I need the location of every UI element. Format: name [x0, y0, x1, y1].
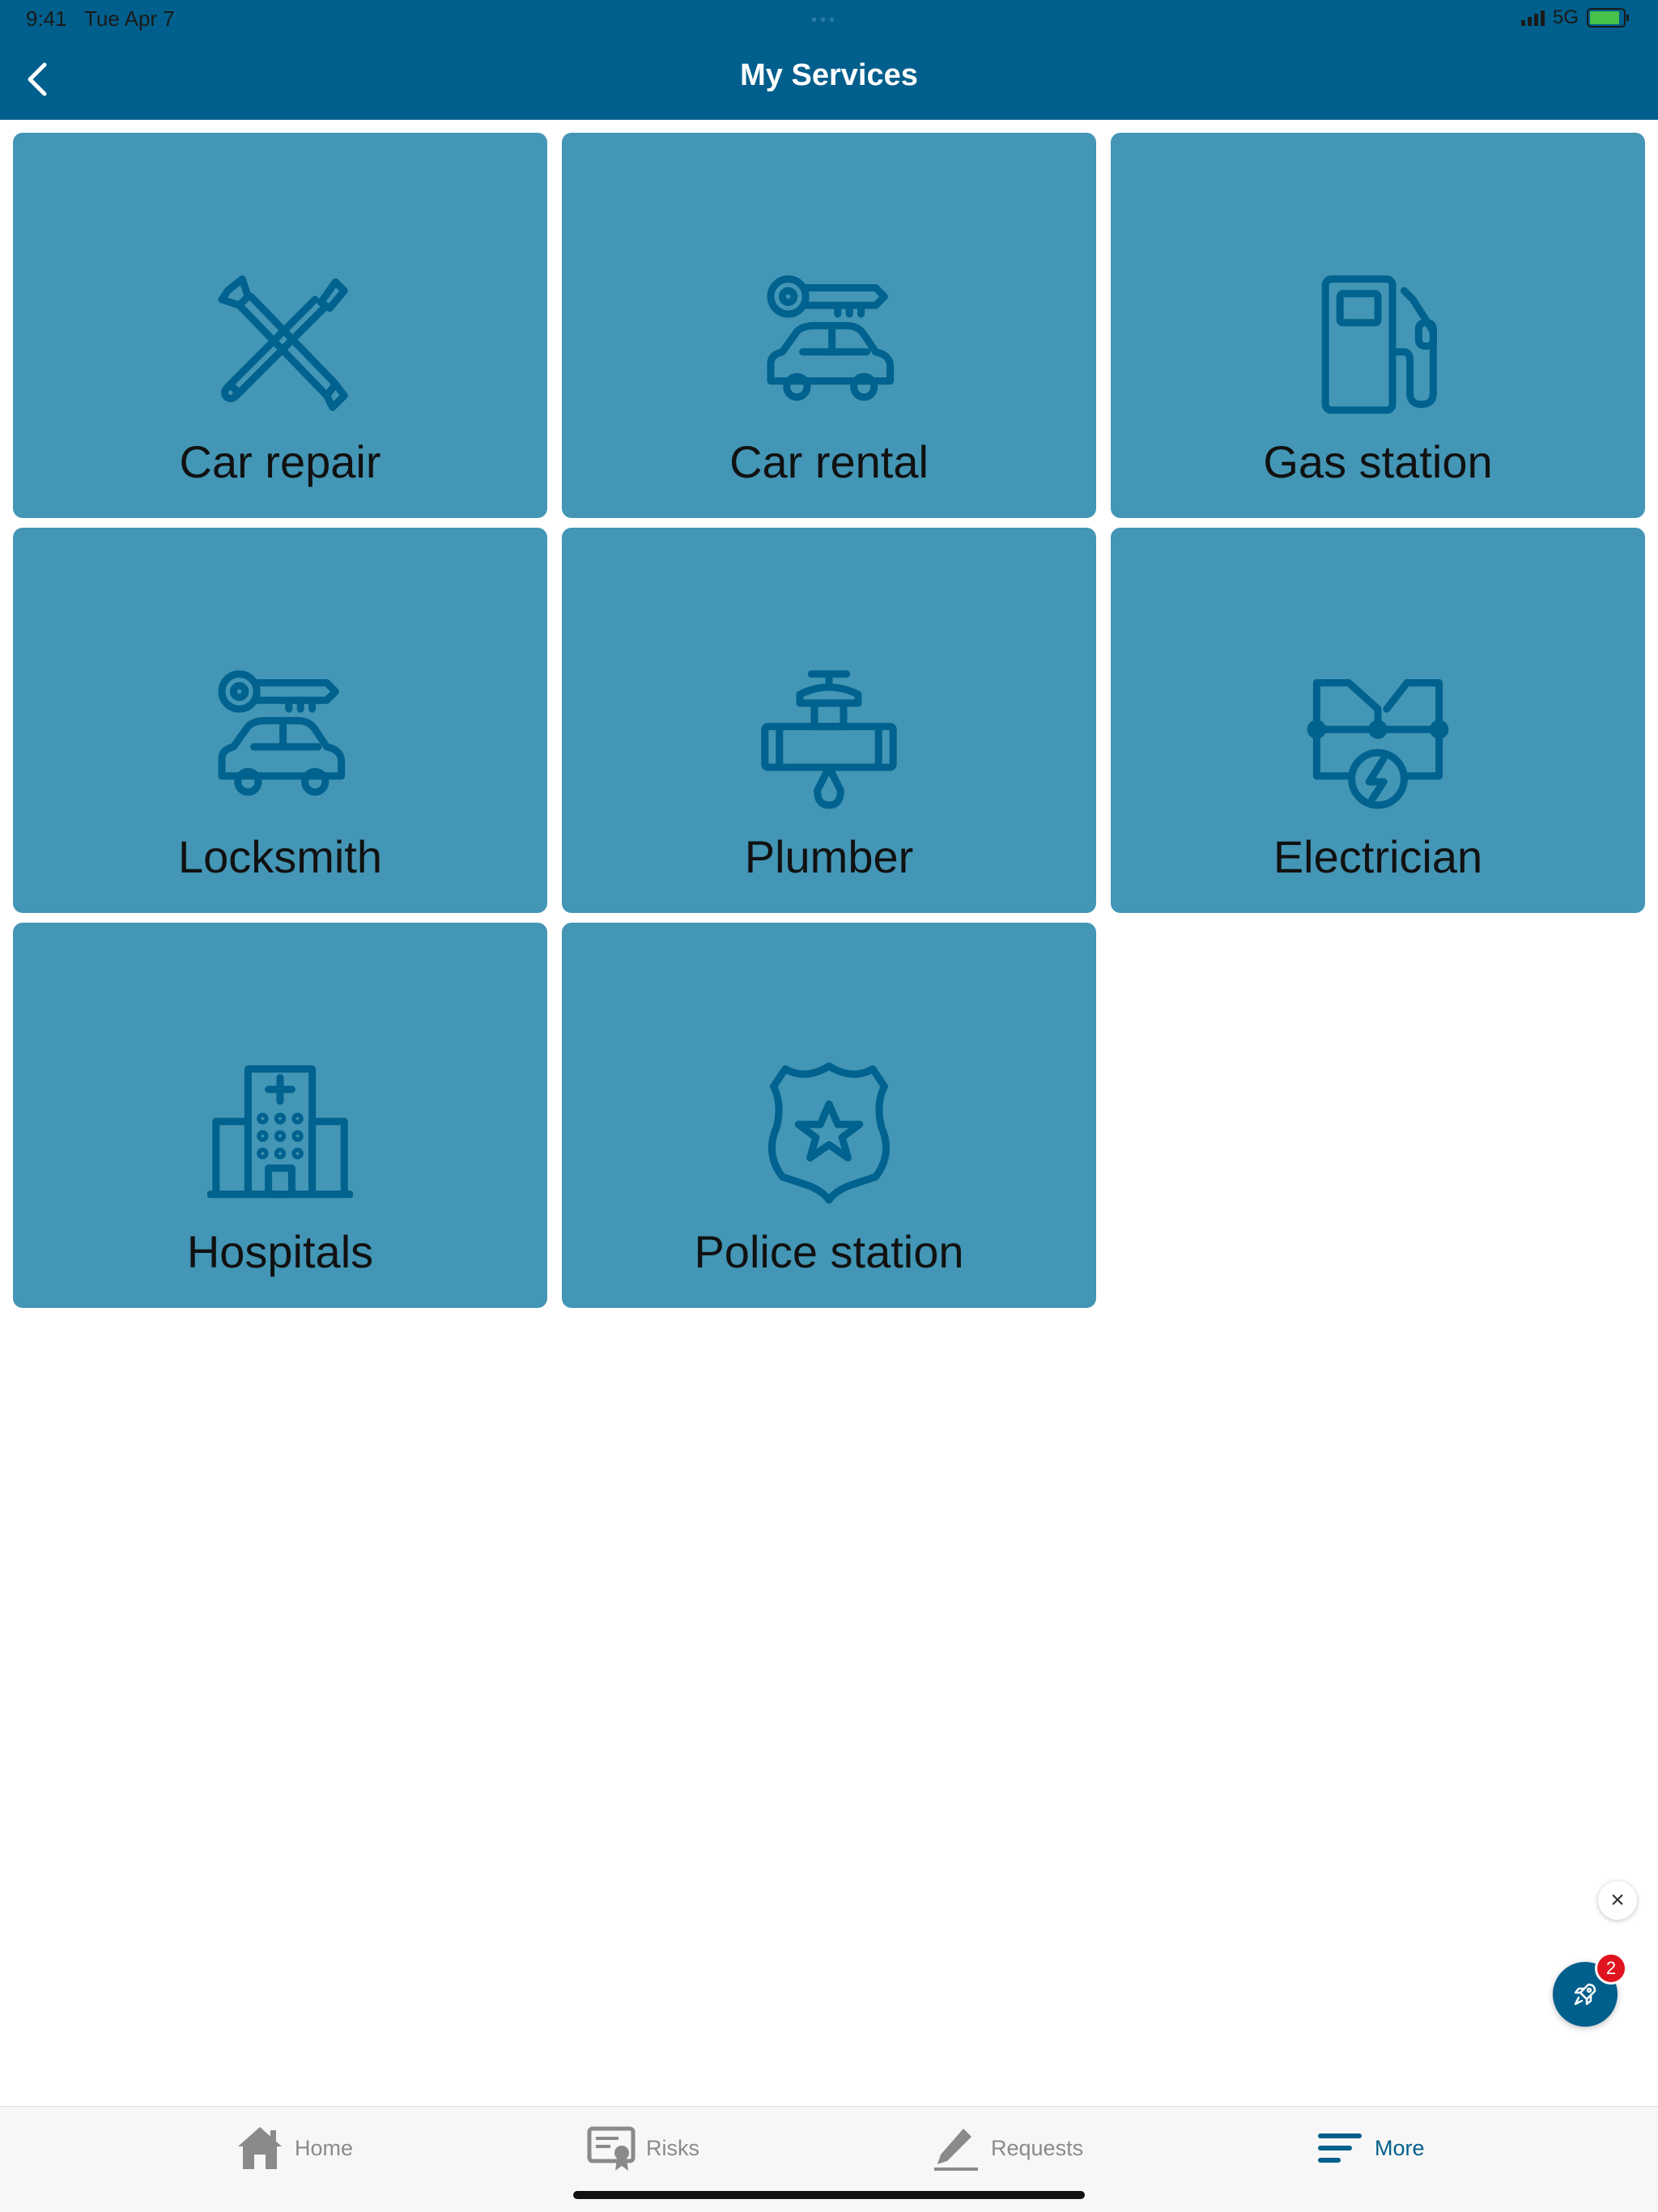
service-tile-car-rental[interactable]: Car rental	[562, 133, 1096, 518]
tab-label: Risks	[646, 2135, 699, 2160]
service-label: Locksmith	[177, 831, 383, 882]
service-label: Car repair	[179, 436, 381, 487]
menu-icon	[1318, 2133, 1362, 2163]
tab-label: Home	[295, 2135, 354, 2160]
home-icon	[238, 2127, 282, 2169]
service-tile-electrician[interactable]: Electrician	[1111, 528, 1645, 913]
circuit-bolt-icon	[1307, 679, 1449, 809]
service-tile-hospitals[interactable]: Hospitals	[13, 923, 547, 1308]
tab-bar: Home Risks Requests More	[0, 2106, 1658, 2212]
pipe-valve-icon	[761, 670, 897, 809]
service-label: Plumber	[744, 831, 914, 882]
status-indicators: 5G	[1520, 6, 1629, 29]
wrench-screwdriver-icon	[218, 275, 348, 411]
tab-label: More	[1375, 2135, 1425, 2160]
close-widget-button[interactable]: ×	[1598, 1881, 1637, 1920]
status-bar: 9:41 Tue Apr 7 ••• 5G	[0, 0, 1658, 39]
certificate-icon	[587, 2126, 636, 2171]
pencil-icon	[934, 2129, 978, 2171]
tab-more[interactable]: More	[1315, 2123, 1425, 2173]
service-tile-gas-station[interactable]: Gas station	[1111, 133, 1645, 518]
signal-icon	[1520, 10, 1545, 26]
fuel-pump-icon	[1321, 275, 1437, 414]
service-label: Electrician	[1273, 831, 1483, 882]
close-icon: ×	[1610, 1887, 1625, 1913]
car-key-icon	[767, 275, 895, 401]
navigation-bar: My Services	[0, 39, 1658, 120]
police-badge-icon	[768, 1062, 890, 1204]
status-time: 9:41	[26, 6, 67, 31]
service-label: Police station	[694, 1226, 964, 1277]
page-title: My Services	[740, 58, 918, 92]
tab-risks[interactable]: Risks	[586, 2123, 699, 2173]
service-label: Car rental	[729, 436, 929, 487]
service-tile-plumber[interactable]: Plumber	[562, 528, 1096, 913]
status-date: Tue Apr 7	[84, 6, 175, 31]
multitasking-dots-icon[interactable]: •••	[811, 11, 838, 30]
car-key-icon	[218, 670, 346, 796]
battery-icon	[1587, 8, 1629, 28]
service-tile-locksmith[interactable]: Locksmith	[13, 528, 547, 913]
tab-label: Requests	[991, 2135, 1084, 2160]
service-label: Hospitals	[186, 1226, 374, 1277]
service-tile-police-station[interactable]: Police station	[562, 923, 1096, 1308]
service-label: Gas station	[1263, 436, 1493, 487]
network-label: 5G	[1552, 6, 1579, 28]
tab-requests[interactable]: Requests	[931, 2123, 1083, 2173]
home-indicator[interactable]	[573, 2191, 1085, 2199]
notification-badge: 2	[1595, 1952, 1627, 1985]
tab-home[interactable]: Home	[235, 2123, 353, 2173]
service-tile-car-repair[interactable]: Car repair	[13, 133, 547, 518]
hospital-icon	[207, 1065, 353, 1199]
rocket-icon	[1574, 1983, 1596, 2006]
